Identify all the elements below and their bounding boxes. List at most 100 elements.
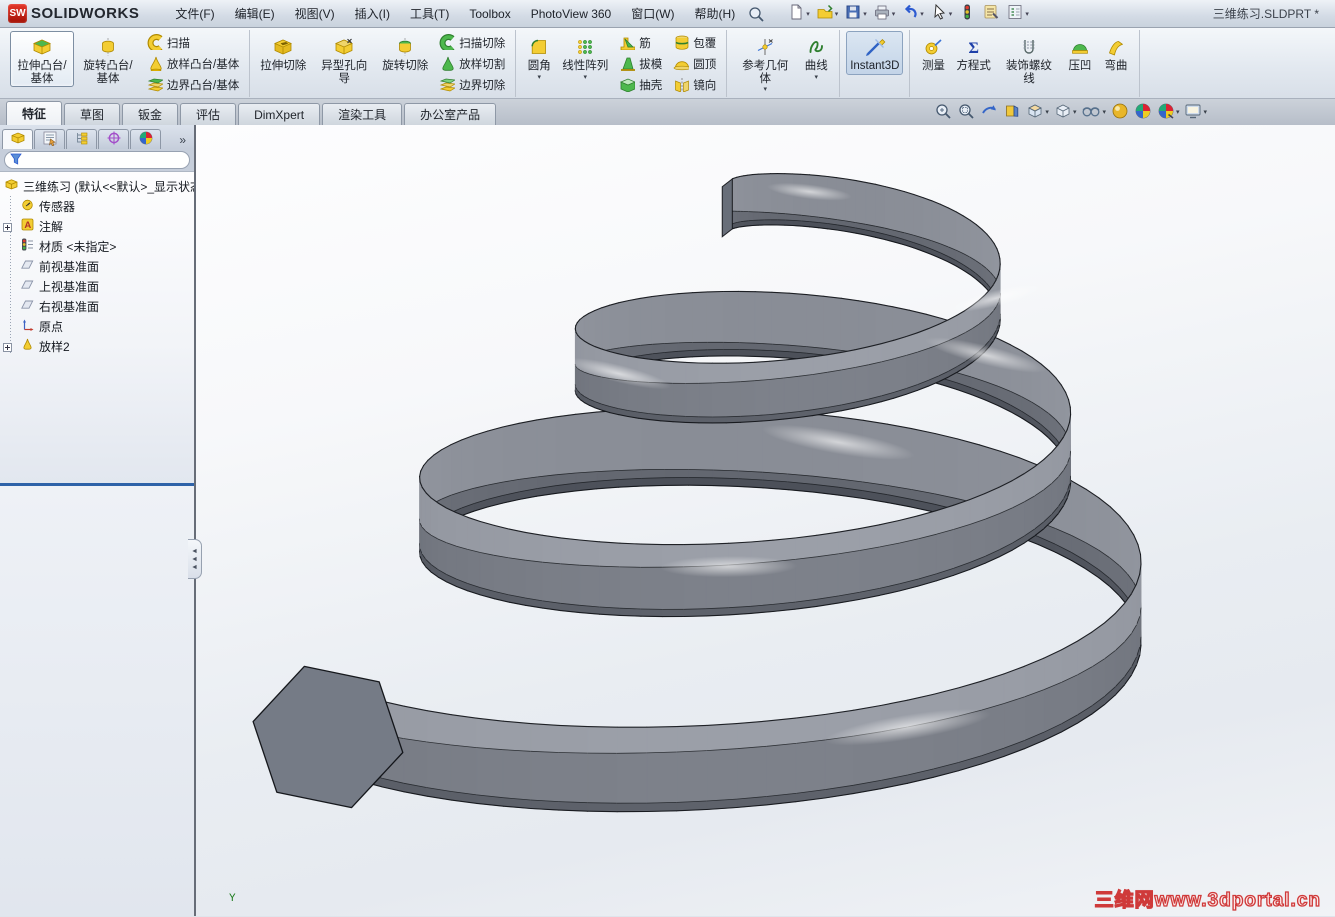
hide-show-items-button[interactable]: ▾ <box>1081 103 1106 122</box>
mirror-button[interactable]: 镜向 <box>669 74 719 95</box>
tree-item[interactable]: 原点 <box>0 316 194 336</box>
new-document-button[interactable]: ▾ <box>785 2 812 25</box>
section-view-button[interactable] <box>1003 102 1021 123</box>
tree-item-root[interactable]: 三维练习 (默认<<默认>_显示状态 <box>0 176 194 196</box>
print-button[interactable]: ▾ <box>871 2 898 25</box>
tree-item[interactable]: 传感器 <box>0 196 194 216</box>
panel-splitter-handle[interactable]: ◄ ◄ ◄ <box>188 539 202 579</box>
dropdown-arrow-icon[interactable]: ▾ <box>537 74 541 81</box>
linear-pattern-button[interactable]: 线性阵列 ▾ <box>558 31 612 83</box>
expand-plus-box[interactable] <box>3 341 12 355</box>
flex-button[interactable]: 弯曲 <box>1099 31 1133 75</box>
edit-appearance-button[interactable] <box>1111 102 1129 123</box>
menu-toolbox[interactable]: Toolbox <box>459 2 520 26</box>
view-settings-button[interactable]: ▾ <box>1184 102 1207 123</box>
tree-item[interactable]: 上视基准面 <box>0 276 194 296</box>
revolved-cut-button[interactable]: 旋转切除 <box>378 31 432 75</box>
tab-evaluate[interactable]: 评估 <box>180 103 237 125</box>
tab-sheet-metal[interactable]: 钣金 <box>122 103 179 125</box>
tree-item[interactable]: A 注解 <box>0 216 194 236</box>
cosmetic-thread-button[interactable]: 装饰螺纹线 <box>997 31 1061 87</box>
appearance-options-button[interactable]: ▾ <box>1157 102 1180 123</box>
dropdown-arrow-icon[interactable]: ▾ <box>863 10 867 18</box>
instant3d-button[interactable]: Instant3D <box>846 31 904 75</box>
dropdown-arrow-icon[interactable]: ▾ <box>814 74 818 81</box>
boundary-boss-base-button[interactable]: 边界凸台/基体 <box>143 74 242 95</box>
view-orientation-button[interactable]: ▾ <box>1026 102 1049 123</box>
dropdown-arrow-icon[interactable]: ▾ <box>1203 108 1207 116</box>
previous-view-button[interactable] <box>980 102 998 123</box>
equations-button[interactable]: Σ 方程式 <box>952 31 995 75</box>
shell-button[interactable]: 抽壳 <box>615 74 665 95</box>
lofted-boss-base-button[interactable]: 放样凸台/基体 <box>143 53 242 74</box>
swept-boss-base-button[interactable]: 扫描 <box>143 32 242 53</box>
display-style-button[interactable]: ▾ <box>1054 102 1077 123</box>
menu-tools[interactable]: 工具(T) <box>400 0 459 27</box>
dropdown-arrow-icon[interactable]: ▾ <box>763 86 767 93</box>
rib-button[interactable]: 筋 <box>615 32 665 53</box>
dropdown-arrow-icon[interactable]: ▾ <box>1102 108 1106 116</box>
dropdown-arrow-icon[interactable]: ▾ <box>1073 108 1077 116</box>
zoom-fit-button[interactable] <box>934 102 952 123</box>
spring-model[interactable] <box>196 125 1333 916</box>
dropdown-arrow-icon[interactable]: ▾ <box>583 74 587 81</box>
extruded-cut-button[interactable]: 拉伸切除 <box>256 31 310 75</box>
reference-geometry-button[interactable]: 参考几何体 ▾ <box>733 31 797 95</box>
menu-file[interactable]: 文件(F) <box>165 0 224 27</box>
dropdown-arrow-icon[interactable]: ▾ <box>1045 108 1049 116</box>
extruded-boss-base-button[interactable]: 拉伸凸台/基体 <box>10 31 74 87</box>
indent-button[interactable]: 压凹 <box>1063 31 1097 75</box>
tab-render-tools[interactable]: 渲染工具 <box>322 103 403 125</box>
dropdown-arrow-icon[interactable]: ▾ <box>949 10 953 18</box>
apply-scene-button[interactable] <box>1134 102 1152 123</box>
revolved-boss-base-button[interactable]: 旋转凸台/基体 <box>76 31 140 87</box>
menu-photoview-360[interactable]: PhotoView 360 <box>521 2 622 26</box>
lofted-cut-button[interactable]: 放样切割 <box>435 53 508 74</box>
displaymanager-tab[interactable] <box>130 129 161 149</box>
tab-dimxpert[interactable]: DimXpert <box>238 103 321 125</box>
dropdown-arrow-icon[interactable]: ▾ <box>920 10 924 18</box>
graphics-viewport[interactable]: Y 三维网www.3dportal.cn <box>196 125 1335 916</box>
file-properties-button[interactable]: ▾ <box>1004 2 1031 25</box>
dropdown-arrow-icon[interactable]: ▾ <box>835 10 839 18</box>
hole-wizard-button[interactable]: 异型孔向导 <box>312 31 376 87</box>
measure-button[interactable]: 测量 <box>916 31 950 75</box>
curves-button[interactable]: 曲线 ▾ <box>799 31 833 83</box>
tree-item[interactable]: 前视基准面 <box>0 256 194 276</box>
undo-button[interactable]: ▾ <box>899 2 926 25</box>
dropdown-arrow-icon[interactable]: ▾ <box>892 10 896 18</box>
menu-insert[interactable]: 插入(I) <box>345 0 400 27</box>
menu-search-icon[interactable] <box>747 5 765 23</box>
swept-cut-button[interactable]: 扫描切除 <box>435 32 508 53</box>
tree-item[interactable]: 右视基准面 <box>0 296 194 316</box>
boundary-cut-button[interactable]: 边界切除 <box>435 74 508 95</box>
save-button[interactable]: ▾ <box>842 2 869 25</box>
dimxpertmanager-tab[interactable] <box>98 129 129 149</box>
select-cursor-button[interactable]: ▾ <box>928 2 955 25</box>
menu-view[interactable]: 视图(V) <box>285 0 345 27</box>
fillet-button[interactable]: 圆角 ▾ <box>522 31 556 83</box>
dropdown-arrow-icon[interactable]: ▾ <box>806 10 810 18</box>
rebuild-button[interactable] <box>956 2 978 25</box>
tab-features[interactable]: 特征 <box>6 101 63 125</box>
panel-overflow-chevron[interactable]: » <box>179 133 192 149</box>
tree-filter-input[interactable] <box>26 154 185 166</box>
open-button[interactable]: ▾ <box>814 2 841 25</box>
dome-button[interactable]: 圆顶 <box>669 53 719 74</box>
zoom-area-button[interactable] <box>957 102 975 123</box>
menu-window[interactable]: 窗口(W) <box>621 0 684 27</box>
draft-button[interactable]: 拔模 <box>615 53 665 74</box>
dropdown-arrow-icon[interactable]: ▾ <box>1176 108 1180 116</box>
tree-item[interactable]: 放样2 <box>0 336 194 356</box>
tree-item[interactable]: 材质 <未指定> <box>0 236 194 256</box>
expand-plus-box[interactable] <box>3 221 12 235</box>
tab-sketch[interactable]: 草图 <box>64 103 121 125</box>
configurationmanager-tab[interactable] <box>66 129 97 149</box>
featuremanager-tab[interactable] <box>2 129 33 149</box>
dropdown-arrow-icon[interactable]: ▾ <box>1025 10 1029 18</box>
menu-edit[interactable]: 编辑(E) <box>225 0 285 27</box>
wrap-button[interactable]: 包覆 <box>669 32 719 53</box>
options-button[interactable] <box>980 2 1002 25</box>
propertymanager-tab[interactable] <box>34 129 65 149</box>
menu-help[interactable]: 帮助(H) <box>685 0 746 27</box>
